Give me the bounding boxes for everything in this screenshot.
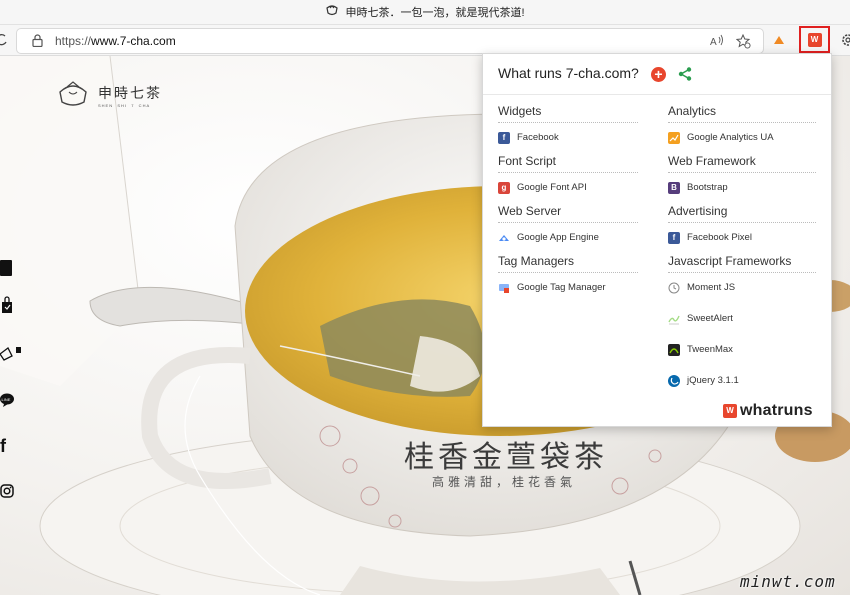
tech-item-google-font-api[interactable]: g Google Font API: [498, 179, 638, 196]
category-title: Widgets: [498, 104, 638, 123]
tech-label: TweenMax: [687, 344, 733, 355]
tech-item-google-app-engine[interactable]: Google App Engine: [498, 229, 638, 246]
analytics-icon: [668, 131, 680, 144]
clock-icon: [668, 282, 680, 294]
category-title: Advertising: [668, 204, 816, 223]
whatruns-logo-icon: W: [807, 32, 822, 47]
logo-teapot-icon: [56, 78, 90, 113]
tech-item-facebook[interactable]: f Facebook: [498, 129, 638, 146]
tech-column-right: Analytics Google Analytics UA Web Framew…: [668, 104, 816, 397]
tech-item-google-analytics[interactable]: Google Analytics UA: [668, 129, 816, 146]
category-advertising: Advertising f Facebook Pixel: [668, 204, 816, 246]
tech-item-sweetalert[interactable]: SweetAlert: [668, 310, 816, 327]
category-analytics: Analytics Google Analytics UA: [668, 104, 816, 146]
svg-text:A: A: [710, 37, 717, 48]
popup-header: What runs 7-cha.com? +: [483, 54, 831, 95]
tech-item-google-tag-manager[interactable]: Google Tag Manager: [498, 279, 638, 296]
category-title: Font Script: [498, 154, 638, 173]
category-title: Tag Managers: [498, 254, 638, 273]
category-tag-managers: Tag Managers Google Tag Manager: [498, 254, 638, 296]
category-web-server: Web Server Google App Engine: [498, 204, 638, 246]
app-engine-icon: [498, 232, 510, 244]
tea-icon[interactable]: [0, 346, 22, 362]
refresh-icon[interactable]: [0, 33, 8, 47]
category-web-framework: Web Framework B Bootstrap: [668, 154, 816, 196]
tech-label: Google Font API: [517, 182, 587, 193]
tech-label: jQuery 3.1.1: [687, 375, 739, 386]
tech-label: SweetAlert: [687, 313, 733, 324]
category-title: Web Framework: [668, 154, 816, 173]
whatruns-brand[interactable]: W whatruns: [723, 402, 813, 420]
extension-orange-icon[interactable]: [772, 33, 786, 47]
settings-gear-icon[interactable]: [840, 32, 850, 48]
facebook-icon[interactable]: f: [0, 436, 6, 457]
instagram-icon[interactable]: [0, 484, 14, 498]
tech-label: Google App Engine: [517, 232, 599, 243]
tech-label: Bootstrap: [687, 182, 728, 193]
tech-label: Facebook: [517, 132, 559, 143]
site-favicon-icon: [325, 3, 339, 21]
facebook-icon: f: [498, 131, 510, 144]
url-host: www.7-cha.com: [91, 34, 176, 48]
category-font-script: Font Script g Google Font API: [498, 154, 638, 196]
tech-item-tweenmax[interactable]: TweenMax: [668, 341, 816, 358]
google-font-icon: g: [498, 181, 510, 194]
add-plus-icon[interactable]: +: [651, 67, 666, 82]
whatruns-popup: What runs 7-cha.com? + Widgets f Faceboo…: [482, 53, 832, 427]
tech-column-left: Widgets f Facebook Font Script g Google …: [498, 104, 638, 304]
tech-item-bootstrap[interactable]: B Bootstrap: [668, 179, 816, 196]
read-aloud-icon[interactable]: A: [709, 33, 725, 49]
lock-icon[interactable]: [31, 34, 43, 47]
tweenmax-icon: [668, 343, 680, 356]
popup-title: What runs 7-cha.com?: [498, 65, 639, 81]
facebook-icon: f: [668, 231, 680, 244]
bootstrap-icon: B: [668, 181, 680, 194]
sweetalert-icon: [668, 313, 680, 325]
hero-subtitle: 高雅清甜，桂花香氣: [432, 475, 577, 489]
tech-label: Moment JS: [687, 282, 736, 293]
tag-manager-icon: [498, 282, 510, 294]
bag-icon[interactable]: [0, 260, 12, 276]
category-widgets: Widgets f Facebook: [498, 104, 638, 146]
tech-label: Google Analytics UA: [687, 132, 774, 143]
whatruns-logo-icon: W: [723, 404, 737, 418]
add-favorite-icon[interactable]: [735, 33, 751, 49]
category-title: Web Server: [498, 204, 638, 223]
logo-text: 申時七茶: [98, 86, 162, 102]
line-icon[interactable]: LINE: [0, 393, 14, 407]
tech-item-jquery[interactable]: jQuery 3.1.1: [668, 372, 816, 389]
tech-label: Facebook Pixel: [687, 232, 752, 243]
url-scheme: https://: [55, 34, 92, 48]
brand-name: whatruns: [740, 402, 813, 419]
window-titlebar: 申時七茶．一包一泡，就是現代茶道!: [0, 0, 850, 25]
category-title: Analytics: [668, 104, 816, 123]
browser-toolbar: https://www.7-cha.com A W: [0, 25, 850, 56]
shopping-bag-icon[interactable]: [0, 296, 14, 313]
jquery-icon: [668, 374, 680, 387]
hero-title: 桂香金萱袋茶: [404, 440, 608, 475]
site-logo[interactable]: 申時七茶 SHEN SHI 7 CHA: [56, 78, 162, 113]
address-bar[interactable]: https://www.7-cha.com A: [16, 28, 764, 54]
watermark: minwt.com: [740, 572, 836, 591]
window-title: 申時七茶．一包一泡，就是現代茶道!: [345, 7, 525, 19]
whatruns-extension-button[interactable]: W: [799, 26, 830, 53]
category-title: Javascript Frameworks: [668, 254, 816, 273]
tech-label: Google Tag Manager: [517, 282, 606, 293]
url-text[interactable]: https://www.7-cha.com: [55, 34, 176, 48]
logo-subtext: SHEN SHI 7 CHA: [98, 103, 151, 108]
tech-item-moment-js[interactable]: Moment JS: [668, 279, 816, 296]
tech-item-facebook-pixel[interactable]: f Facebook Pixel: [668, 229, 816, 246]
share-icon[interactable]: [677, 66, 693, 82]
svg-text:LINE: LINE: [2, 397, 11, 402]
category-javascript-frameworks: Javascript Frameworks Moment JS SweetAle…: [668, 254, 816, 389]
